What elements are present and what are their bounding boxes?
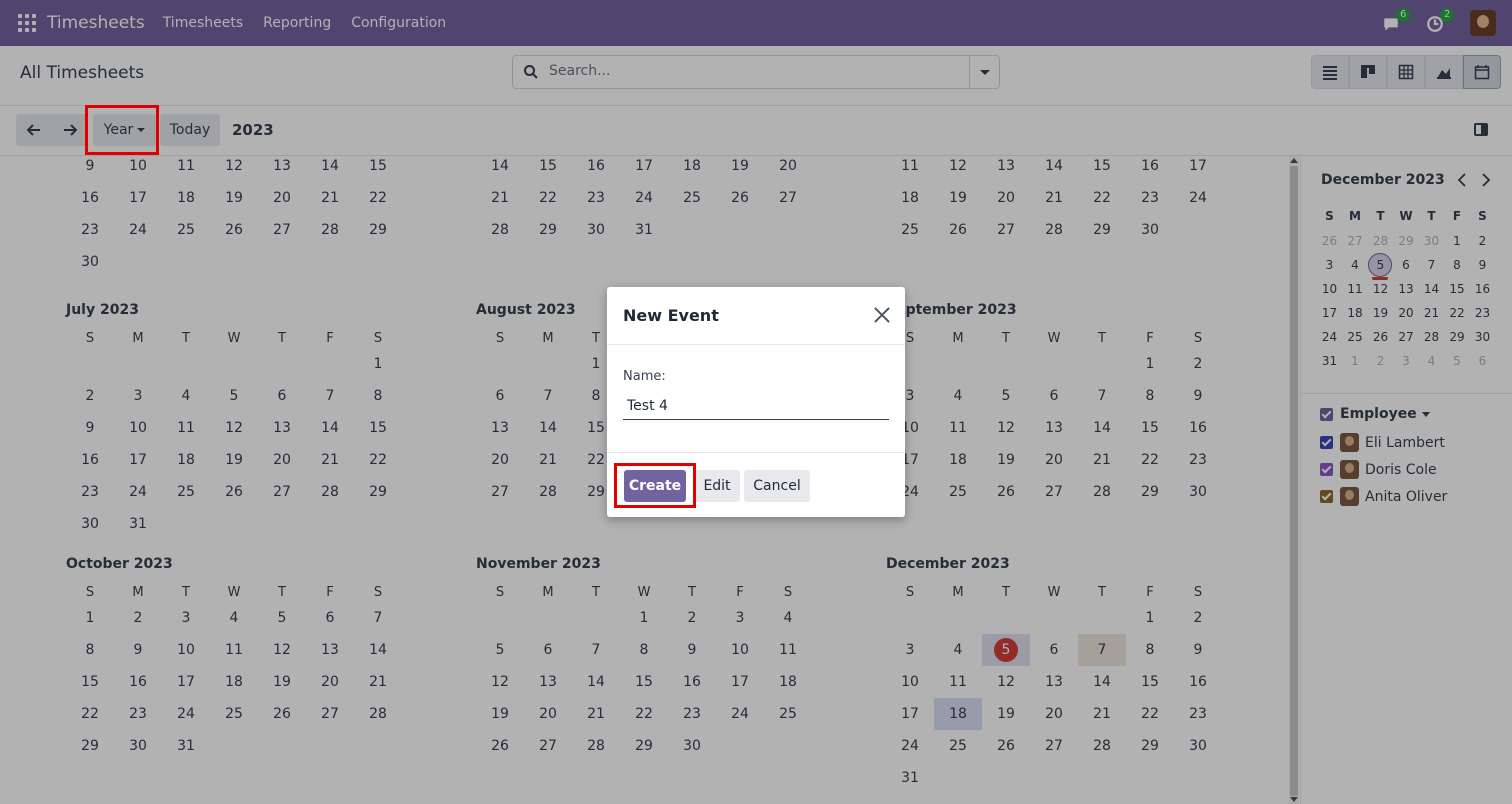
- edit-button[interactable]: Edit: [694, 470, 740, 502]
- name-input[interactable]: [623, 393, 889, 420]
- dialog-title: New Event: [623, 306, 719, 325]
- close-icon[interactable]: [874, 307, 890, 323]
- highlight-year-button: [85, 105, 159, 155]
- name-label: Name:: [623, 369, 666, 384]
- cancel-button[interactable]: Cancel: [744, 470, 810, 502]
- highlight-create-button: [614, 463, 696, 508]
- dialog-header: New Event: [607, 287, 905, 345]
